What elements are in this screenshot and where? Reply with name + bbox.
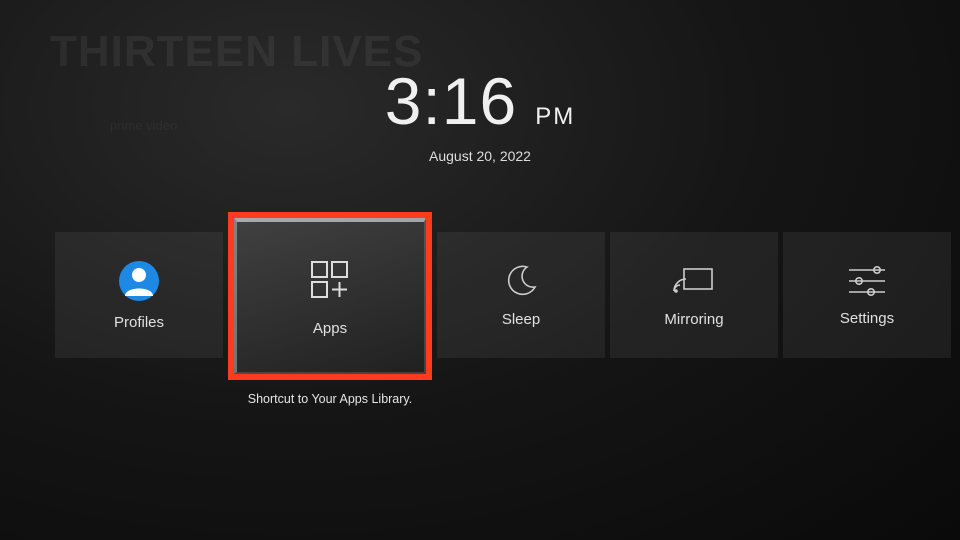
apps-tile-description: Shortcut to Your Apps Library. [228,392,432,406]
sleep-label: Sleep [502,311,540,328]
clock-date: August 20, 2022 [429,148,531,164]
moon-icon [503,263,539,299]
sliders-icon [847,264,887,298]
clock-time: 3:16 [385,68,517,134]
mirroring-icon [672,263,716,299]
settings-tile[interactable]: Settings [783,232,951,358]
quick-menu-row: Profiles Apps Shortcut to Your Apps Libr… [55,232,960,406]
clock-block: 3:16 PM August 20, 2022 [0,68,960,164]
apps-tile[interactable]: Apps [228,212,432,380]
profiles-label: Profiles [114,314,164,331]
apps-label: Apps [313,320,347,337]
clock-ampm: PM [535,105,575,129]
profile-avatar-icon [118,260,160,302]
sleep-tile[interactable]: Sleep [437,232,605,358]
profiles-tile[interactable]: Profiles [55,232,223,358]
mirroring-tile[interactable]: Mirroring [610,232,778,358]
apps-grid-icon [306,256,354,304]
settings-label: Settings [840,310,894,327]
mirroring-label: Mirroring [664,311,723,328]
